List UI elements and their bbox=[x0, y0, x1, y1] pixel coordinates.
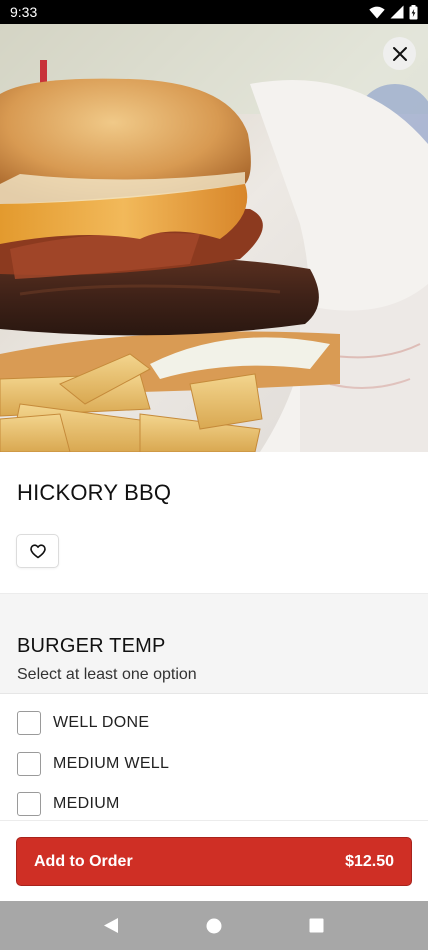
hero-image bbox=[0, 24, 428, 452]
checkbox[interactable] bbox=[17, 752, 41, 776]
price-label: $12.50 bbox=[345, 852, 394, 870]
home-circle-icon bbox=[206, 918, 222, 933]
item-title-section: HICKORY BBQ bbox=[0, 452, 428, 593]
status-time: 9:33 bbox=[10, 4, 38, 20]
item-title: HICKORY BBQ bbox=[17, 480, 172, 505]
favorite-button[interactable] bbox=[16, 534, 59, 568]
option-label: WELL DONE bbox=[53, 714, 150, 731]
nav-recents-button[interactable] bbox=[297, 906, 337, 946]
option-label: MEDIUM bbox=[53, 795, 120, 812]
add-to-order-label: Add to Order bbox=[34, 852, 133, 870]
option-list: WELL DONE MEDIUM WELL MEDIUM bbox=[0, 694, 428, 820]
checkbox[interactable] bbox=[17, 792, 41, 816]
system-nav-bar bbox=[0, 901, 428, 950]
options-subtitle: Select at least one option bbox=[17, 666, 197, 683]
status-icons bbox=[369, 4, 418, 20]
option-row-well-done[interactable]: WELL DONE bbox=[0, 703, 428, 743]
back-triangle-icon bbox=[104, 918, 119, 933]
add-to-order-button[interactable]: Add to Order $12.50 bbox=[16, 837, 412, 886]
footer: Add to Order $12.50 bbox=[0, 820, 428, 901]
close-icon bbox=[392, 46, 407, 61]
checkbox[interactable] bbox=[17, 711, 41, 735]
option-row-medium-well[interactable]: MEDIUM WELL bbox=[0, 744, 428, 784]
close-button[interactable] bbox=[383, 37, 416, 70]
options-title: BURGER TEMP bbox=[17, 635, 166, 657]
wifi-icon bbox=[369, 6, 385, 19]
burger-image bbox=[0, 24, 428, 452]
recents-square-icon bbox=[309, 918, 324, 933]
option-row-medium[interactable]: MEDIUM bbox=[0, 784, 428, 820]
nav-home-button[interactable] bbox=[194, 906, 234, 946]
heart-outline-icon bbox=[29, 543, 46, 558]
signal-icon bbox=[390, 5, 404, 19]
battery-icon bbox=[409, 4, 418, 19]
option-label: MEDIUM WELL bbox=[53, 755, 170, 772]
options-header: BURGER TEMP Select at least one option bbox=[0, 593, 428, 694]
status-bar: 9:33 bbox=[0, 0, 428, 24]
nav-back-button[interactable] bbox=[91, 906, 131, 946]
